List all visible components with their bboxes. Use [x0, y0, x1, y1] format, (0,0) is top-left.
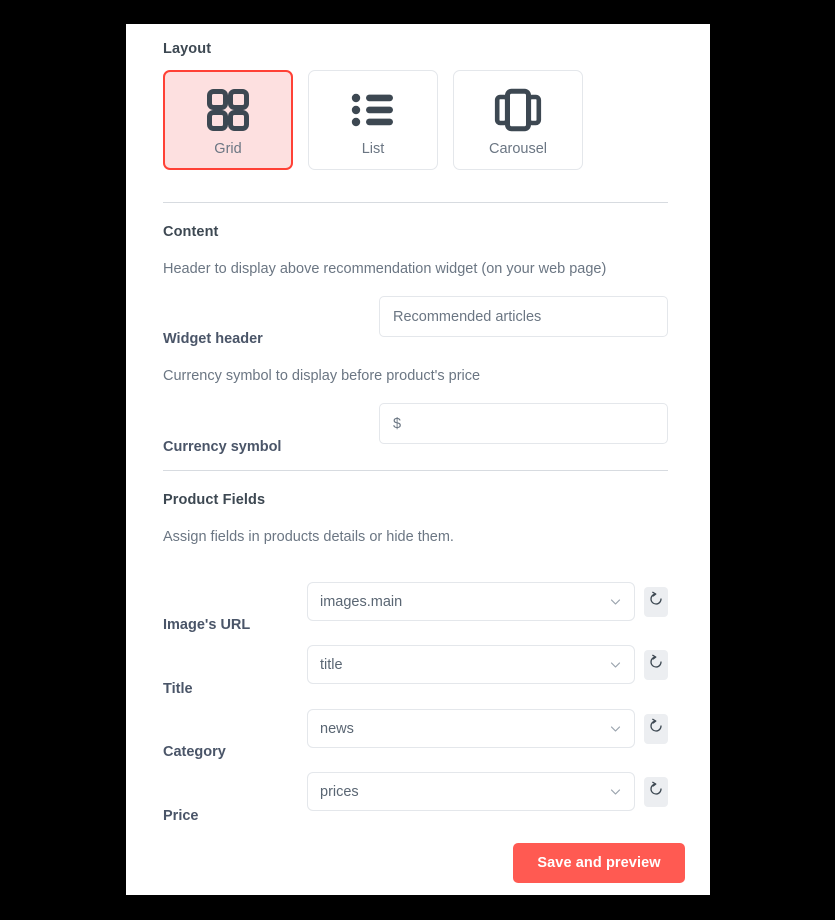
widget-header-help-text: Header to display above recommendation w…: [163, 261, 607, 277]
category-field-row: news: [307, 709, 668, 748]
chevron-down-icon: [609, 595, 622, 608]
product-fields-description: Assign fields in products details or hid…: [163, 529, 454, 545]
price-field-select-value: prices: [320, 783, 359, 800]
refresh-icon: [648, 654, 664, 675]
divider-layout-content: [163, 202, 668, 203]
layout-option-list[interactable]: List: [308, 70, 438, 170]
price-field-reset-button[interactable]: [644, 776, 668, 807]
list-icon: [350, 84, 396, 136]
content-section-title: Content: [163, 224, 219, 240]
layout-options-group: Grid List Carousel: [163, 70, 583, 170]
product-fields-section-title: Product Fields: [163, 492, 266, 508]
price-field-label: Price: [163, 808, 199, 824]
image-url-select-value: images.main: [320, 593, 403, 610]
screen-background: Layout Grid List Carousel Content Header…: [0, 0, 835, 920]
grid-icon: [205, 84, 251, 136]
price-field-select[interactable]: prices: [307, 772, 635, 811]
widget-header-input[interactable]: [379, 296, 668, 337]
title-field-select-value: title: [320, 656, 343, 673]
save-and-preview-button[interactable]: Save and preview: [513, 843, 685, 883]
layout-option-carousel-label: Carousel: [488, 140, 548, 157]
divider-content-fields: [163, 470, 668, 471]
refresh-icon: [648, 591, 664, 612]
category-field-label: Category: [163, 744, 226, 760]
price-field-row: prices: [307, 772, 668, 811]
title-field-row: title: [307, 645, 668, 684]
layout-section-title: Layout: [163, 41, 212, 57]
chevron-down-icon: [609, 722, 622, 735]
widget-header-label: Widget header: [163, 331, 263, 347]
settings-panel: Layout Grid List Carousel Content Header…: [126, 24, 710, 895]
chevron-down-icon: [609, 658, 622, 671]
layout-option-list-label: List: [361, 140, 385, 157]
layout-option-grid[interactable]: Grid: [163, 70, 293, 170]
title-field-select[interactable]: title: [307, 645, 635, 684]
category-field-select-value: news: [320, 720, 354, 737]
image-url-label: Image's URL: [163, 617, 251, 633]
currency-symbol-help-text: Currency symbol to display before produc…: [163, 368, 481, 384]
image-url-row: images.main: [307, 582, 668, 621]
image-url-reset-button[interactable]: [644, 586, 668, 617]
refresh-icon: [648, 781, 664, 802]
layout-option-grid-label: Grid: [214, 140, 242, 157]
carousel-icon: [494, 84, 542, 136]
currency-symbol-label: Currency symbol: [163, 439, 282, 455]
category-field-reset-button[interactable]: [644, 713, 668, 744]
title-field-reset-button[interactable]: [644, 649, 668, 680]
image-url-select[interactable]: images.main: [307, 582, 635, 621]
category-field-select[interactable]: news: [307, 709, 635, 748]
refresh-icon: [648, 718, 664, 739]
layout-option-carousel[interactable]: Carousel: [453, 70, 583, 170]
chevron-down-icon: [609, 785, 622, 798]
title-field-label: Title: [163, 681, 193, 697]
currency-symbol-input[interactable]: [379, 403, 668, 444]
